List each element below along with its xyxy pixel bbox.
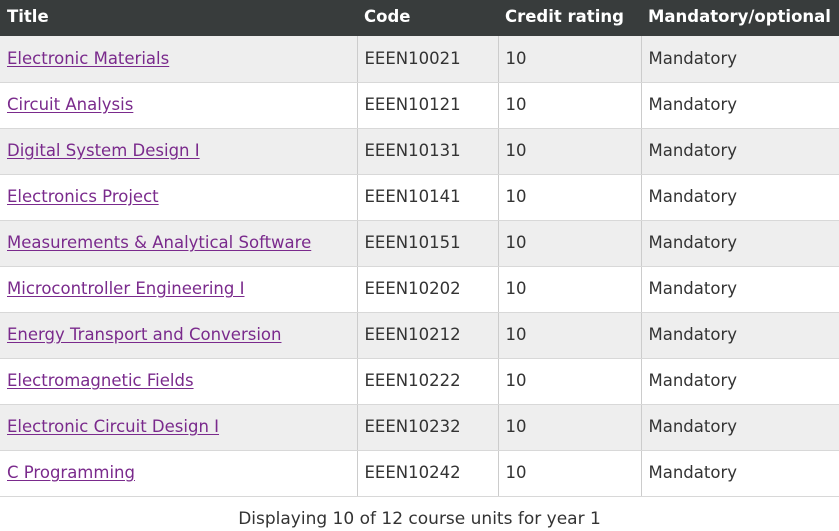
cell-code: EEEN10202 [357, 266, 499, 313]
cell-mandatory: Mandatory [641, 450, 839, 497]
table-row: Microcontroller Engineering I EEEN10202 … [0, 266, 839, 313]
table-row: Electronics Project EEEN10141 10 Mandato… [0, 174, 839, 221]
course-title-link[interactable]: Electromagnetic Fields [7, 371, 194, 390]
cell-mandatory: Mandatory [641, 36, 839, 83]
column-header-code: Code [357, 0, 498, 36]
cell-title: Measurements & Analytical Software [0, 220, 358, 267]
column-header-title: Title [0, 0, 357, 36]
table-row: Digital System Design I EEEN10131 10 Man… [0, 128, 839, 175]
course-title-link[interactable]: Microcontroller Engineering I [7, 279, 244, 298]
course-units-table: Title Code Credit rating Mandatory/optio… [0, 0, 839, 497]
cell-code: EEEN10131 [357, 128, 499, 175]
table-row: Electronic Materials EEEN10021 10 Mandat… [0, 36, 839, 83]
cell-mandatory: Mandatory [641, 358, 839, 405]
course-title-link[interactable]: Energy Transport and Conversion [7, 325, 281, 344]
cell-mandatory: Mandatory [641, 174, 839, 221]
cell-mandatory: Mandatory [641, 220, 839, 267]
course-units-table-container: Title Code Credit rating Mandatory/optio… [0, 0, 839, 497]
course-title-link[interactable]: Electronic Materials [7, 49, 169, 68]
cell-title: Electronics Project [0, 174, 358, 221]
cell-credit: 10 [498, 36, 642, 83]
cell-credit: 10 [498, 450, 642, 497]
cell-code: EEEN10212 [357, 312, 499, 359]
cell-credit: 10 [498, 128, 642, 175]
cell-mandatory: Mandatory [641, 82, 839, 129]
course-title-link[interactable]: C Programming [7, 463, 135, 482]
cell-code: EEEN10151 [357, 220, 499, 267]
table-row: Energy Transport and Conversion EEEN1021… [0, 312, 839, 359]
cell-credit: 10 [498, 358, 642, 405]
cell-code: EEEN10021 [357, 36, 499, 83]
table-row: Measurements & Analytical Software EEEN1… [0, 220, 839, 267]
cell-title: Electromagnetic Fields [0, 358, 358, 405]
table-row: Circuit Analysis EEEN10121 10 Mandatory [0, 82, 839, 129]
cell-credit: 10 [498, 220, 642, 267]
cell-code: EEEN10121 [357, 82, 499, 129]
table-header-row: Title Code Credit rating Mandatory/optio… [0, 0, 839, 36]
cell-code: EEEN10141 [357, 174, 499, 221]
table-body: Electronic Materials EEEN10021 10 Mandat… [0, 36, 839, 497]
cell-credit: 10 [498, 266, 642, 313]
cell-title: Electronic Materials [0, 36, 358, 83]
cell-title: Electronic Circuit Design I [0, 404, 358, 451]
course-title-link[interactable]: Measurements & Analytical Software [7, 233, 311, 252]
cell-credit: 10 [498, 82, 642, 129]
cell-code: EEEN10222 [357, 358, 499, 405]
cell-code: EEEN10232 [357, 404, 499, 451]
table-caption: Displaying 10 of 12 course units for yea… [238, 508, 601, 529]
table-row: C Programming EEEN10242 10 Mandatory [0, 450, 839, 497]
cell-mandatory: Mandatory [641, 128, 839, 175]
cell-mandatory: Mandatory [641, 404, 839, 451]
cell-title: C Programming [0, 450, 358, 497]
cell-credit: 10 [498, 404, 642, 451]
table-row: Electronic Circuit Design I EEEN10232 10… [0, 404, 839, 451]
cell-code: EEEN10242 [357, 450, 499, 497]
cell-title: Energy Transport and Conversion [0, 312, 358, 359]
column-header-credit-rating: Credit rating [498, 0, 641, 36]
cell-mandatory: Mandatory [641, 266, 839, 313]
course-title-link[interactable]: Electronic Circuit Design I [7, 417, 219, 436]
cell-title: Digital System Design I [0, 128, 358, 175]
cell-title: Circuit Analysis [0, 82, 358, 129]
course-title-link[interactable]: Electronics Project [7, 187, 159, 206]
course-title-link[interactable]: Digital System Design I [7, 141, 200, 160]
table-header: Title Code Credit rating Mandatory/optio… [0, 0, 839, 36]
cell-credit: 10 [498, 312, 642, 359]
table-row: Electromagnetic Fields EEEN10222 10 Mand… [0, 358, 839, 405]
cell-title: Microcontroller Engineering I [0, 266, 358, 313]
cell-credit: 10 [498, 174, 642, 221]
cell-mandatory: Mandatory [641, 312, 839, 359]
column-header-mandatory-optional: Mandatory/optional [641, 0, 839, 36]
course-title-link[interactable]: Circuit Analysis [7, 95, 133, 114]
